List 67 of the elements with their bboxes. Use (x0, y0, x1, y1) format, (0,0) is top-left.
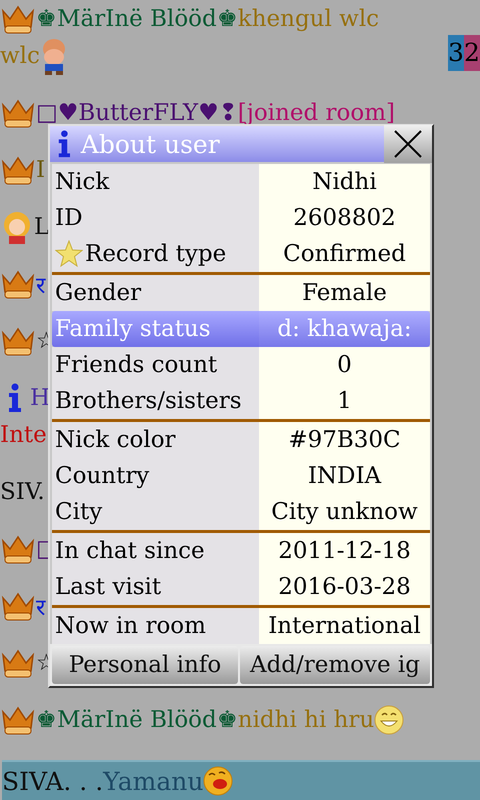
close-button[interactable] (384, 125, 432, 163)
chat-text: L (34, 214, 50, 240)
field-value: International (268, 613, 421, 639)
dialog-button[interactable]: Personal info (52, 646, 238, 684)
info-icon (56, 130, 73, 158)
info-row[interactable]: Nick color #97B30C (52, 422, 430, 458)
info-row[interactable]: City City unknow (52, 494, 430, 530)
chat-text: □♥ButterFLY♥❢ (36, 99, 238, 126)
info-row[interactable]: Brothers/sisters 1 (52, 383, 430, 419)
field-label: Family status (55, 316, 211, 342)
field-label: Nick (55, 169, 110, 195)
field-value: Female (302, 280, 387, 306)
laughing-smiley-icon (203, 766, 234, 796)
field-label: City (55, 499, 102, 525)
field-label: Country (55, 463, 150, 489)
chat-text: Inte (0, 422, 47, 448)
info-row[interactable]: Now in room International (52, 608, 430, 644)
counter-digit: 3 (448, 35, 464, 71)
chat-text: wlc (0, 42, 40, 68)
field-label: Last visit (55, 574, 162, 600)
field-value: #97B30C (288, 427, 401, 453)
info-row[interactable]: Friends count 0 (52, 347, 430, 383)
field-value: Nidhi (312, 169, 377, 195)
chat-text: H (30, 384, 50, 410)
field-label: Brothers/sisters (55, 388, 242, 414)
info-row[interactable]: Country INDIA (52, 458, 430, 494)
info-row[interactable]: Last visit 2016-03-28 (52, 569, 430, 605)
info-row[interactable]: Record type Confirmed (52, 236, 430, 272)
field-value: 2011-12-18 (278, 538, 411, 564)
chat-text: I (36, 156, 46, 182)
field-value: City unknow (271, 499, 418, 525)
input-text: Yamanu (103, 766, 204, 796)
chat-text: khengul wlc (238, 6, 380, 32)
field-value: INDIA (308, 463, 382, 489)
chat-text: ♚MärInë Blööd♚ (36, 706, 238, 733)
field-value: 0 (337, 352, 352, 378)
close-icon (393, 129, 423, 159)
field-label: Friends count (55, 352, 218, 378)
chat-text: र (36, 594, 45, 622)
field-label: In chat since (55, 538, 205, 564)
dialog-title: About user (80, 130, 221, 158)
info-row[interactable]: In chat since 2011-12-18 (52, 533, 430, 569)
field-value: Confirmed (283, 241, 406, 267)
field-value: 2016-03-28 (278, 574, 411, 600)
info-row[interactable]: Nick Nidhi (52, 164, 430, 200)
field-label: ID (55, 205, 83, 231)
chat-text: nidhi hi hru (238, 706, 374, 732)
info-row[interactable]: ID 2608802 (52, 200, 430, 236)
chat-text: SIV. (0, 478, 45, 504)
chat-text: [joined room] (238, 100, 395, 126)
field-value: d: khawaja: (277, 316, 412, 342)
field-label: Gender (55, 280, 142, 306)
counter-digit: 2 (464, 35, 480, 71)
field-value: 1 (337, 388, 352, 414)
chat-text: ♚MärInë Blööd♚ (36, 5, 238, 32)
message-input-field[interactable]: SIVA. . .Yamanu (2, 760, 480, 800)
field-value: 2608802 (293, 205, 396, 231)
star-icon (55, 240, 83, 268)
field-label: Now in room (55, 613, 206, 639)
info-row[interactable]: Gender Female (52, 275, 430, 311)
input-text: SIVA. . . (2, 766, 104, 796)
field-label: Record type (85, 241, 226, 267)
grinning-smiley-icon (374, 704, 404, 734)
info-icon (6, 382, 24, 412)
dialog-button[interactable]: Add/remove ig (240, 646, 430, 684)
field-label: Nick color (55, 427, 176, 453)
chat-text: र (36, 272, 45, 300)
